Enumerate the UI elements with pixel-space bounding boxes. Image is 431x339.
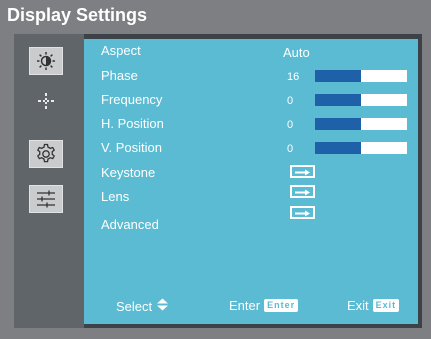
advanced-enter-button[interactable] (290, 206, 315, 219)
frequency-value: 0 (287, 95, 294, 107)
enter-arrow-icon (294, 163, 311, 181)
gear-icon (35, 143, 57, 165)
menu-item-h-position[interactable]: H. Position (101, 116, 164, 131)
enter-arrow-icon (294, 204, 311, 222)
aspect-value[interactable]: Auto (283, 45, 310, 60)
h-position-slider[interactable] (315, 118, 407, 130)
keystone-enter-button[interactable] (290, 165, 315, 178)
sidebar-item-options[interactable] (29, 185, 63, 213)
enter-key-badge: Enter (264, 299, 299, 312)
v-position-slider-fill (315, 142, 361, 154)
footer-exit-hint: Exit Exit (347, 298, 400, 313)
menu-item-phase[interactable]: Phase (101, 68, 138, 83)
footer-exit-label: Exit (347, 298, 369, 313)
footer-select-hint: Select (116, 298, 169, 314)
v-position-value: 0 (287, 143, 294, 155)
phase-slider-fill (315, 70, 361, 82)
phase-slider[interactable] (315, 70, 407, 82)
title-bar: Display Settings (0, 0, 431, 32)
brightness-icon (36, 51, 56, 71)
menu-item-frequency[interactable]: Frequency (101, 92, 162, 107)
footer-enter-label: Enter (229, 298, 261, 313)
menu-item-v-position[interactable]: V. Position (101, 140, 162, 155)
sliders-icon (35, 189, 57, 209)
frequency-slider-fill (315, 94, 361, 106)
menu-item-lens[interactable]: Lens (101, 189, 129, 204)
sidebar-item-image[interactable] (29, 89, 63, 117)
exit-key-badge: Exit (372, 299, 400, 312)
footer-select-label: Select (116, 298, 153, 314)
position-crosshair-icon (36, 91, 56, 116)
sidebar (14, 34, 84, 328)
settings-panel: Aspect Auto Phase 16 Frequency 0 H. Posi… (84, 39, 418, 324)
frequency-slider[interactable] (315, 94, 407, 106)
phase-value: 16 (287, 71, 300, 83)
menu-item-aspect[interactable]: Aspect (101, 43, 141, 58)
enter-arrow-icon (294, 183, 311, 201)
sidebar-item-display[interactable] (29, 47, 63, 75)
window-title: Display Settings (7, 5, 148, 25)
footer-enter-hint: Enter Enter (229, 298, 299, 313)
sidebar-item-setup[interactable] (29, 140, 63, 168)
up-down-triangle-icon (156, 298, 169, 314)
menu-item-keystone[interactable]: Keystone (101, 165, 155, 180)
lens-enter-button[interactable] (290, 185, 315, 198)
v-position-slider[interactable] (315, 142, 407, 154)
h-position-slider-fill (315, 118, 361, 130)
h-position-value: 0 (287, 119, 294, 131)
menu-item-advanced[interactable]: Advanced (101, 217, 159, 232)
